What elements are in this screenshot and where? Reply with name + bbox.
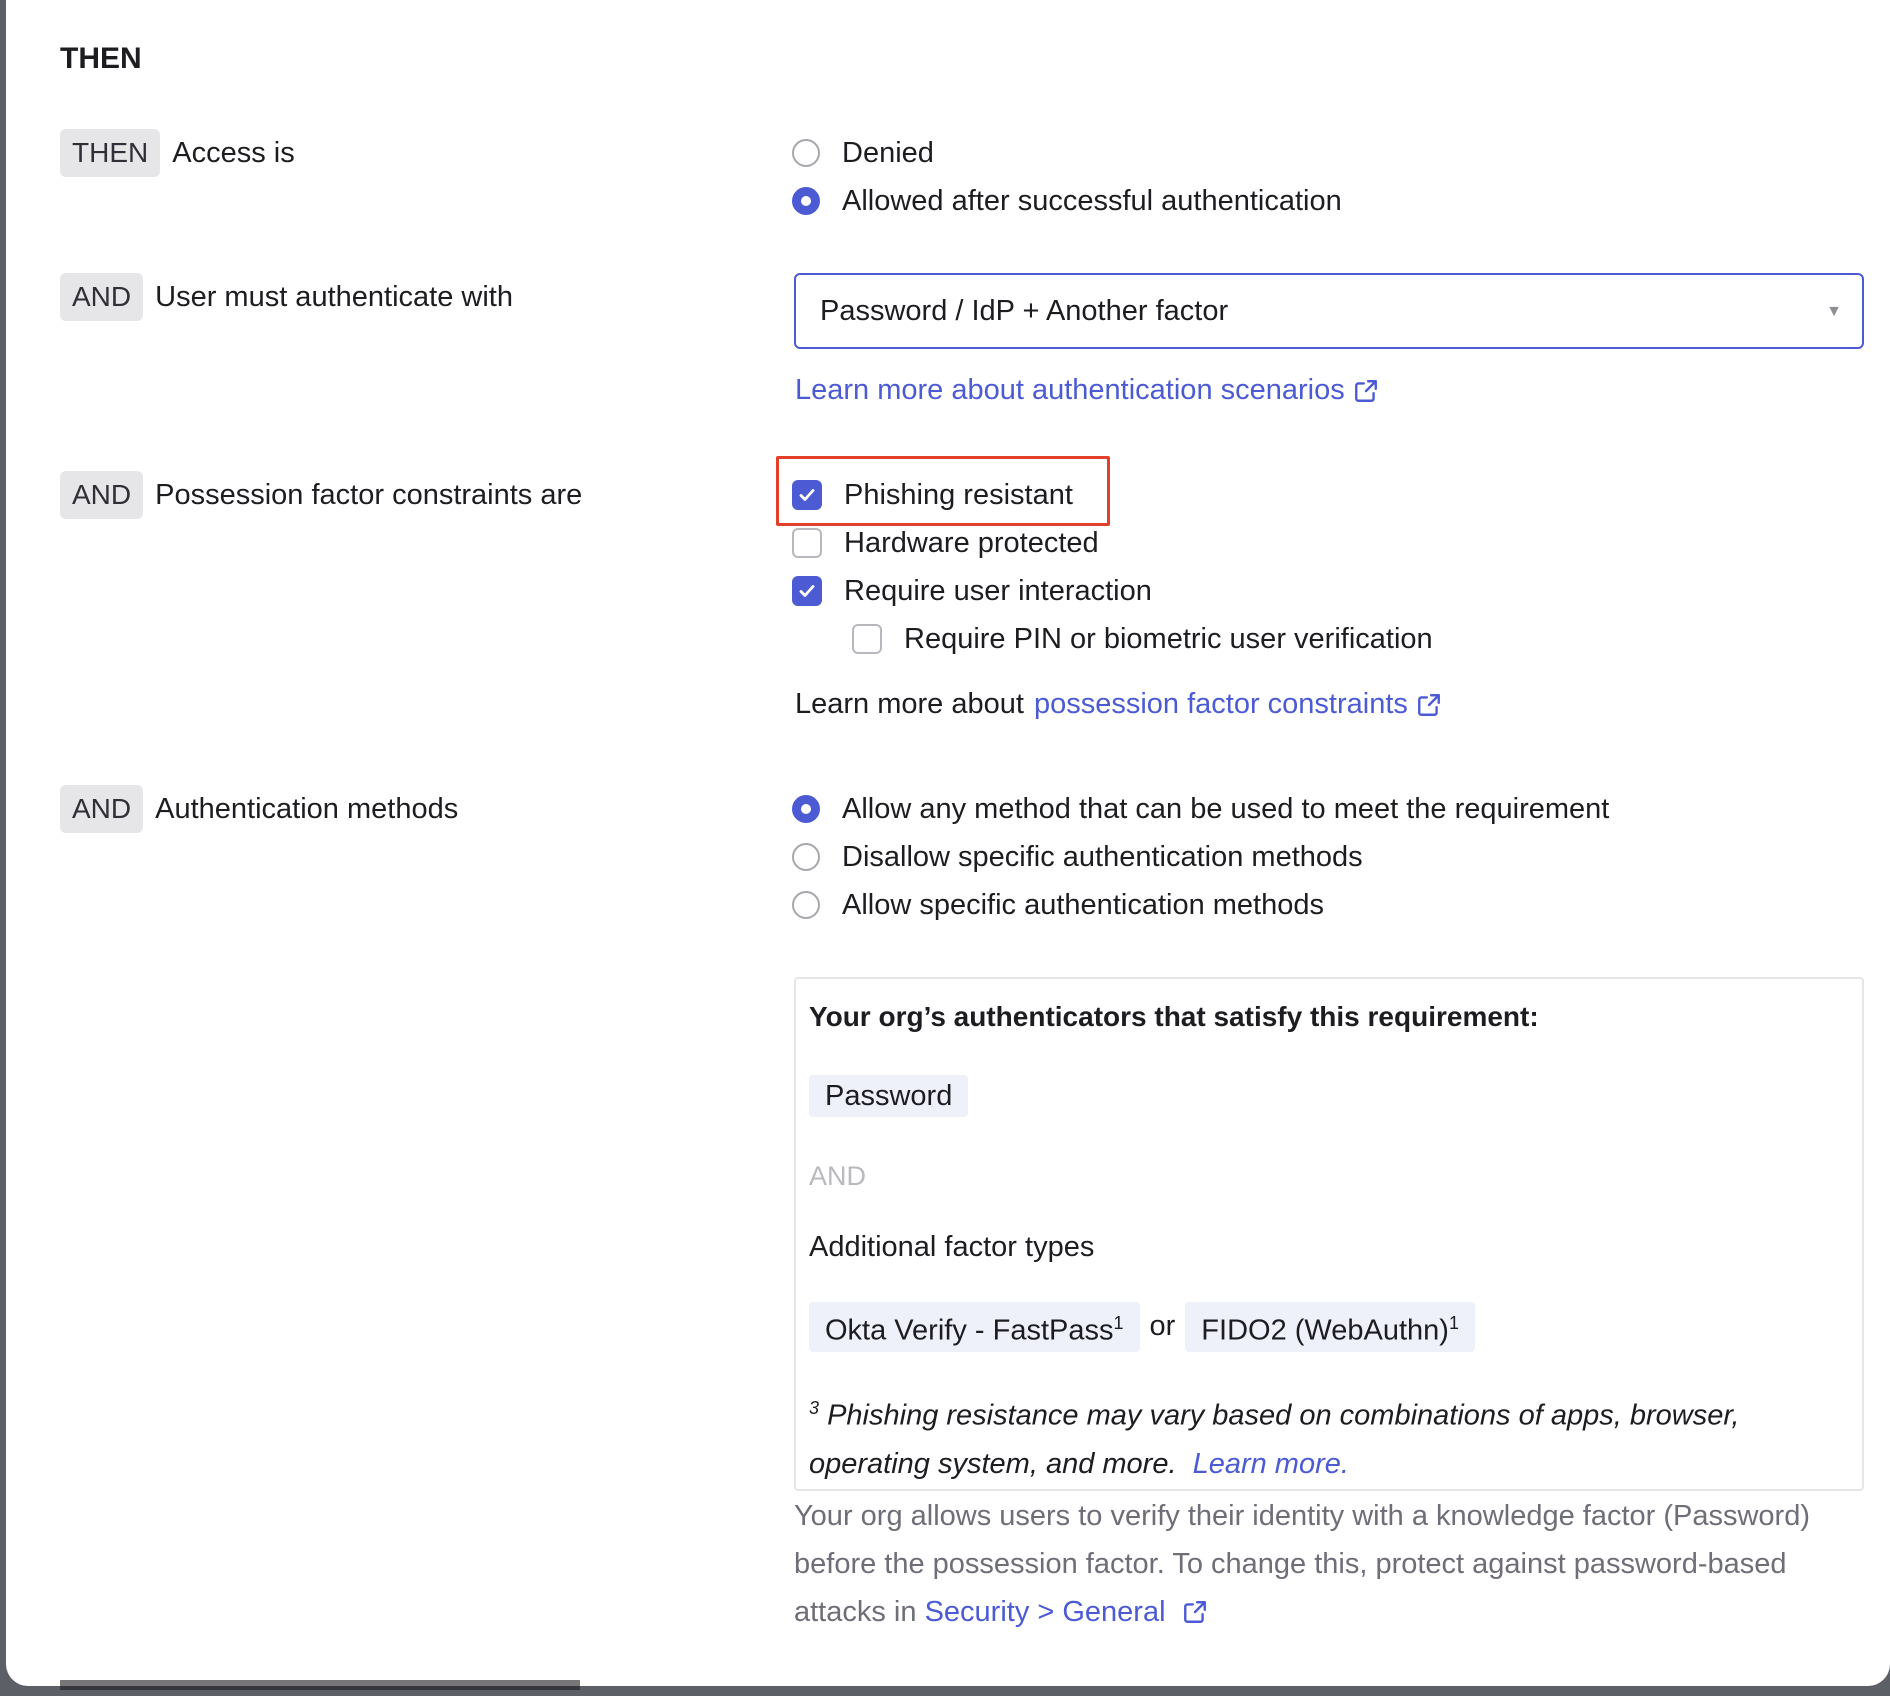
learn-more-prefix: Learn more about: [795, 688, 1024, 720]
radio-selected-icon[interactable]: [792, 187, 820, 215]
select-value: Password / IdP + Another factor: [820, 294, 1229, 327]
fido2-webauthn-tag: FIDO2 (WebAuthn)1: [1185, 1302, 1475, 1352]
checkbox-icon[interactable]: [792, 528, 822, 558]
access-row-label: THEN Access is: [60, 129, 295, 177]
authenticate-row-label: AND User must authenticate with: [60, 273, 513, 321]
possession-learn-more: Learn more about possession factor const…: [795, 688, 1442, 721]
and-pill: AND: [60, 785, 144, 833]
password-tag: Password: [809, 1075, 969, 1117]
access-label: Access is: [172, 136, 295, 169]
and-pill: AND: [60, 273, 144, 321]
okta-verify-fastpass-tag: Okta Verify - FastPass1: [809, 1302, 1140, 1352]
section-title: THEN: [60, 42, 142, 75]
authenticators-info-box: Your org’s authenticators that satisfy t…: [794, 977, 1864, 1491]
dropdown-caret-icon[interactable]: ▼: [1826, 303, 1842, 321]
possession-row-label: AND Possession factor constraints are: [60, 471, 582, 519]
authentication-scenarios-link[interactable]: Learn more about authentication scenario…: [795, 374, 1379, 407]
possession-constraints-link[interactable]: possession factor constraints: [1034, 688, 1408, 721]
option-label: Denied: [842, 136, 934, 169]
footnote-marker: 3: [809, 1398, 820, 1418]
possession-label: Possession factor constraints are: [155, 478, 583, 511]
require-user-interaction-checkbox[interactable]: Require user interaction: [792, 567, 1152, 615]
require-pin-biometric-checkbox[interactable]: Require PIN or biometric user verificati…: [852, 615, 1433, 663]
external-link-icon: [1417, 693, 1440, 716]
or-separator: or: [1149, 1310, 1176, 1343]
option-label: Require user interaction: [844, 574, 1152, 607]
phishing-resistant-checkbox[interactable]: Phishing resistant: [792, 471, 1073, 519]
methods-label: Authentication methods: [155, 792, 459, 825]
checkbox-checked-icon[interactable]: [792, 576, 822, 606]
note-learn-more-link[interactable]: Learn more.: [1193, 1448, 1349, 1480]
radio-icon[interactable]: [792, 843, 820, 871]
authenticators-heading: Your org’s authenticators that satisfy t…: [809, 1001, 1539, 1032]
option-label: Hardware protected: [844, 526, 1099, 559]
access-denied-radio[interactable]: Denied: [792, 129, 934, 177]
allow-any-method-radio[interactable]: Allow any method that can be used to mee…: [792, 785, 1609, 833]
link-text[interactable]: Learn more about authentication scenario…: [795, 374, 1345, 407]
and-pill: AND: [60, 471, 144, 519]
phishing-resistance-note: 3 Phishing resistance may vary based on …: [809, 1384, 1829, 1488]
option-label: Allow any method that can be used to mee…: [842, 792, 1610, 825]
option-label: Phishing resistant: [844, 478, 1073, 511]
checkbox-checked-icon[interactable]: [792, 480, 822, 510]
policy-rule-panel: THEN THEN Access is Denied Allowed after…: [6, 0, 1890, 1690]
additional-factor-label: Additional factor types: [809, 1231, 1095, 1263]
radio-icon[interactable]: [792, 891, 820, 919]
disallow-specific-methods-radio[interactable]: Disallow specific authentication methods: [792, 833, 1363, 881]
radio-icon[interactable]: [792, 139, 820, 167]
option-label: Allowed after successful authentication: [842, 184, 1342, 217]
external-link-icon: [1354, 379, 1377, 402]
knowledge-factor-info: Your org allows users to verify their id…: [794, 1492, 1874, 1636]
security-general-link[interactable]: Security > General: [925, 1596, 1166, 1628]
option-label: Allow specific authentication methods: [842, 888, 1324, 921]
then-pill: THEN: [60, 129, 161, 177]
radio-selected-icon[interactable]: [792, 795, 820, 823]
allow-specific-methods-radio[interactable]: Allow specific authentication methods: [792, 881, 1324, 929]
methods-row-label: AND Authentication methods: [60, 785, 458, 833]
next-section-heading-cut: [60, 1680, 580, 1690]
and-separator: AND: [809, 1161, 867, 1191]
option-label: Require PIN or biometric user verificati…: [904, 622, 1433, 655]
authenticate-label: User must authenticate with: [155, 280, 513, 313]
checkbox-icon[interactable]: [852, 624, 882, 654]
authentication-select[interactable]: Password / IdP + Another factor ▼: [794, 273, 1864, 349]
access-allowed-radio[interactable]: Allowed after successful authentication: [792, 177, 1342, 225]
factor-types: Okta Verify - FastPass1 or FIDO2 (WebAut…: [809, 1302, 1475, 1352]
hardware-protected-checkbox[interactable]: Hardware protected: [792, 519, 1099, 567]
external-link-icon: [1183, 1601, 1206, 1623]
option-label: Disallow specific authentication methods: [842, 840, 1363, 873]
